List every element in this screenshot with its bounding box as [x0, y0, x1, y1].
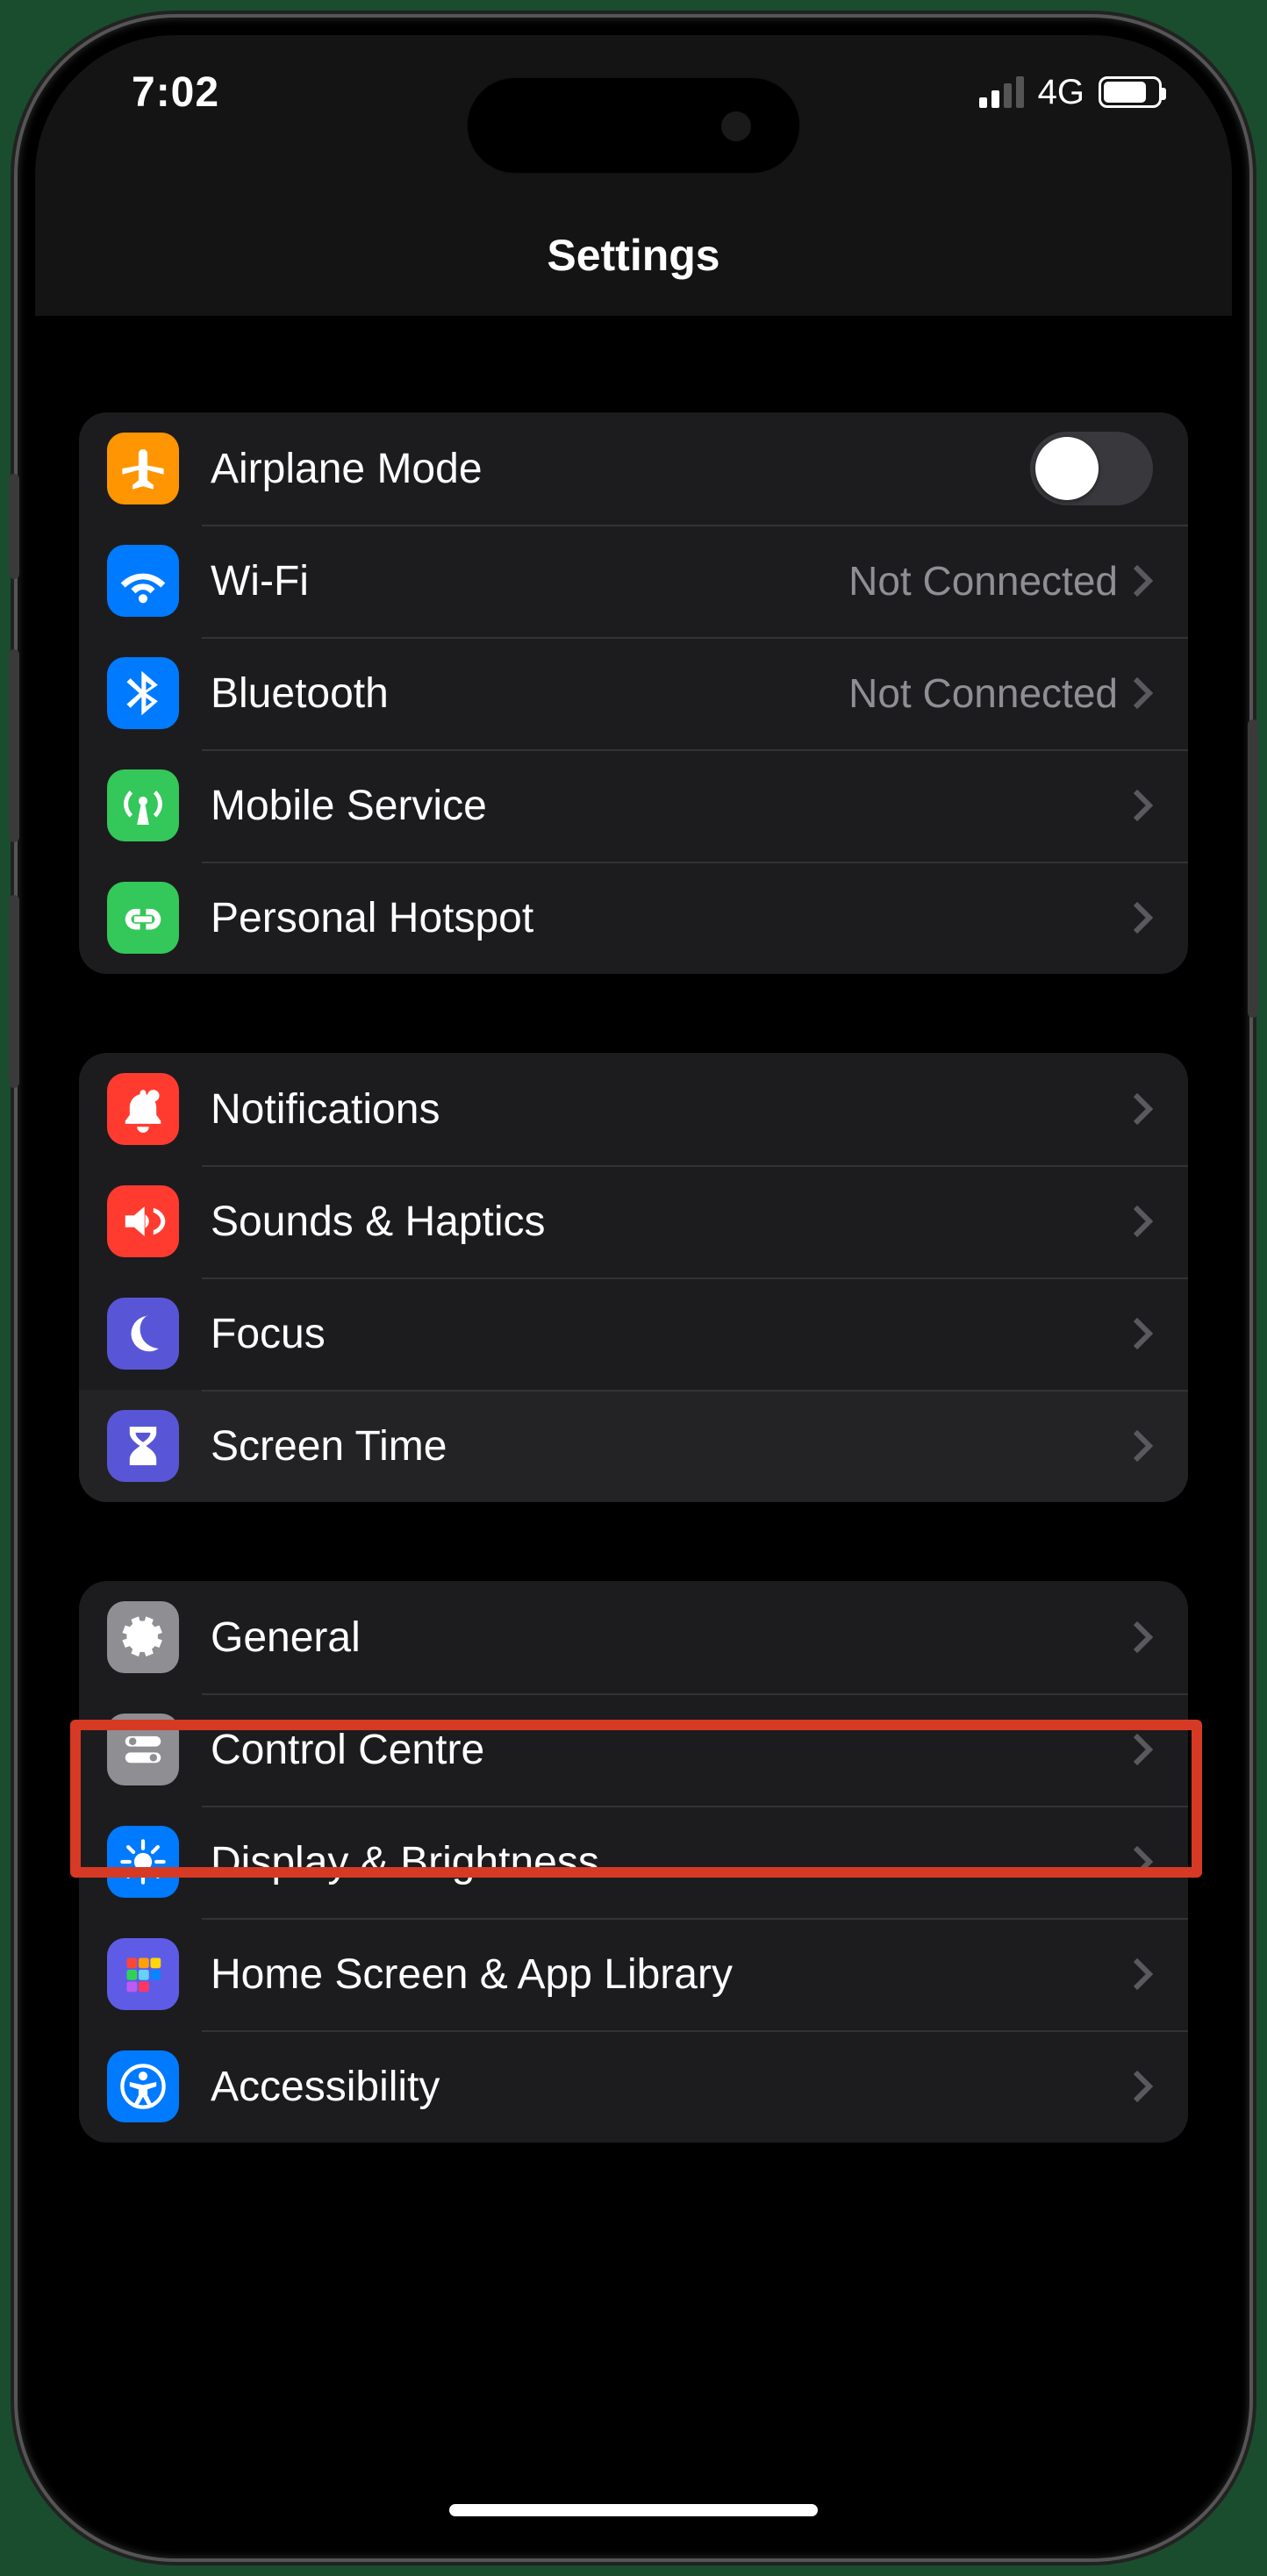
bluetooth-icon: [107, 657, 179, 729]
switches-icon: [107, 1714, 179, 1785]
chevron-right-icon: [1132, 1316, 1153, 1351]
row-airplane-mode[interactable]: Airplane Mode: [79, 412, 1188, 525]
row-label: Screen Time: [211, 1422, 1132, 1470]
row-accessibility[interactable]: Accessibility: [79, 2030, 1188, 2143]
side-button: [9, 895, 19, 1088]
gear-icon: [107, 1601, 179, 1673]
row-label: Wi-Fi: [211, 557, 848, 605]
row-display-brightness[interactable]: Display & Brightness: [79, 1806, 1188, 1918]
row-bluetooth[interactable]: Bluetooth Not Connected: [79, 637, 1188, 749]
status-time: 7:02: [132, 68, 219, 117]
settings-group-general: General Control Centre Display & Brightn…: [79, 1581, 1188, 2143]
row-label: Airplane Mode: [211, 445, 1030, 493]
row-label: Bluetooth: [211, 669, 848, 718]
dynamic-island: [467, 77, 800, 174]
airplane-icon: [107, 433, 179, 504]
row-label: General: [211, 1614, 1132, 1662]
phone-frame: 7:02 4G Settings Airplane Mode: [18, 18, 1249, 2558]
chevron-right-icon: [1132, 563, 1153, 598]
row-detail: Not Connected: [848, 669, 1118, 717]
chevron-right-icon: [1132, 1732, 1153, 1767]
phone-screen: 7:02 4G Settings Airplane Mode: [35, 35, 1232, 2541]
row-notifications[interactable]: Notifications: [79, 1053, 1188, 1165]
accessibility-icon: [107, 2050, 179, 2122]
row-label: Accessibility: [211, 2063, 1132, 2111]
row-wifi[interactable]: Wi-Fi Not Connected: [79, 525, 1188, 637]
chevron-right-icon: [1132, 1204, 1153, 1239]
row-mobile-service[interactable]: Mobile Service: [79, 749, 1188, 862]
side-button: [9, 474, 19, 579]
row-label: Sounds & Haptics: [211, 1198, 1132, 1246]
chevron-right-icon: [1132, 2069, 1153, 2104]
row-label: Home Screen & App Library: [211, 1950, 1132, 1999]
hourglass-icon: [107, 1410, 179, 1482]
grid-icon: [107, 1938, 179, 2010]
row-control-centre[interactable]: Control Centre: [79, 1693, 1188, 1806]
chevron-right-icon: [1132, 676, 1153, 711]
settings-group-notifications: Notifications Sounds & Haptics Focus: [79, 1053, 1188, 1502]
row-sounds-haptics[interactable]: Sounds & Haptics: [79, 1165, 1188, 1277]
row-label: Personal Hotspot: [211, 894, 1132, 942]
row-label: Display & Brightness: [211, 1838, 1132, 1886]
settings-group-connectivity: Airplane Mode Wi-Fi Not Connected Blueto…: [79, 412, 1188, 974]
row-label: Mobile Service: [211, 782, 1132, 830]
row-label: Notifications: [211, 1085, 1132, 1134]
status-right: 4G: [979, 73, 1162, 112]
side-button: [9, 649, 19, 842]
row-screen-time[interactable]: Screen Time: [79, 1390, 1188, 1502]
battery-icon: [1099, 76, 1162, 108]
antenna-icon: [107, 769, 179, 841]
network-type: 4G: [1038, 73, 1084, 112]
row-general[interactable]: General: [79, 1581, 1188, 1693]
chevron-right-icon: [1132, 788, 1153, 823]
chevron-right-icon: [1132, 1844, 1153, 1879]
row-personal-hotspot[interactable]: Personal Hotspot: [79, 862, 1188, 974]
chevron-right-icon: [1132, 1620, 1153, 1655]
side-button: [1248, 719, 1258, 1018]
row-label: Focus: [211, 1310, 1132, 1358]
row-detail: Not Connected: [848, 557, 1118, 605]
cellular-signal-icon: [979, 76, 1024, 108]
row-home-screen[interactable]: Home Screen & App Library: [79, 1918, 1188, 2030]
hotspot-icon: [107, 882, 179, 954]
moon-icon: [107, 1298, 179, 1370]
airplane-toggle[interactable]: [1030, 432, 1153, 505]
speaker-icon: [107, 1185, 179, 1257]
wifi-icon: [107, 545, 179, 617]
chevron-right-icon: [1132, 900, 1153, 935]
chevron-right-icon: [1132, 1091, 1153, 1127]
row-focus[interactable]: Focus: [79, 1277, 1188, 1390]
row-label: Control Centre: [211, 1726, 1132, 1774]
bell-icon: [107, 1073, 179, 1145]
page-title: Settings: [547, 230, 719, 281]
settings-content[interactable]: Airplane Mode Wi-Fi Not Connected Blueto…: [35, 316, 1232, 2541]
chevron-right-icon: [1132, 1428, 1153, 1463]
home-indicator[interactable]: [449, 2504, 818, 2516]
chevron-right-icon: [1132, 1957, 1153, 1992]
sun-icon: [107, 1826, 179, 1898]
